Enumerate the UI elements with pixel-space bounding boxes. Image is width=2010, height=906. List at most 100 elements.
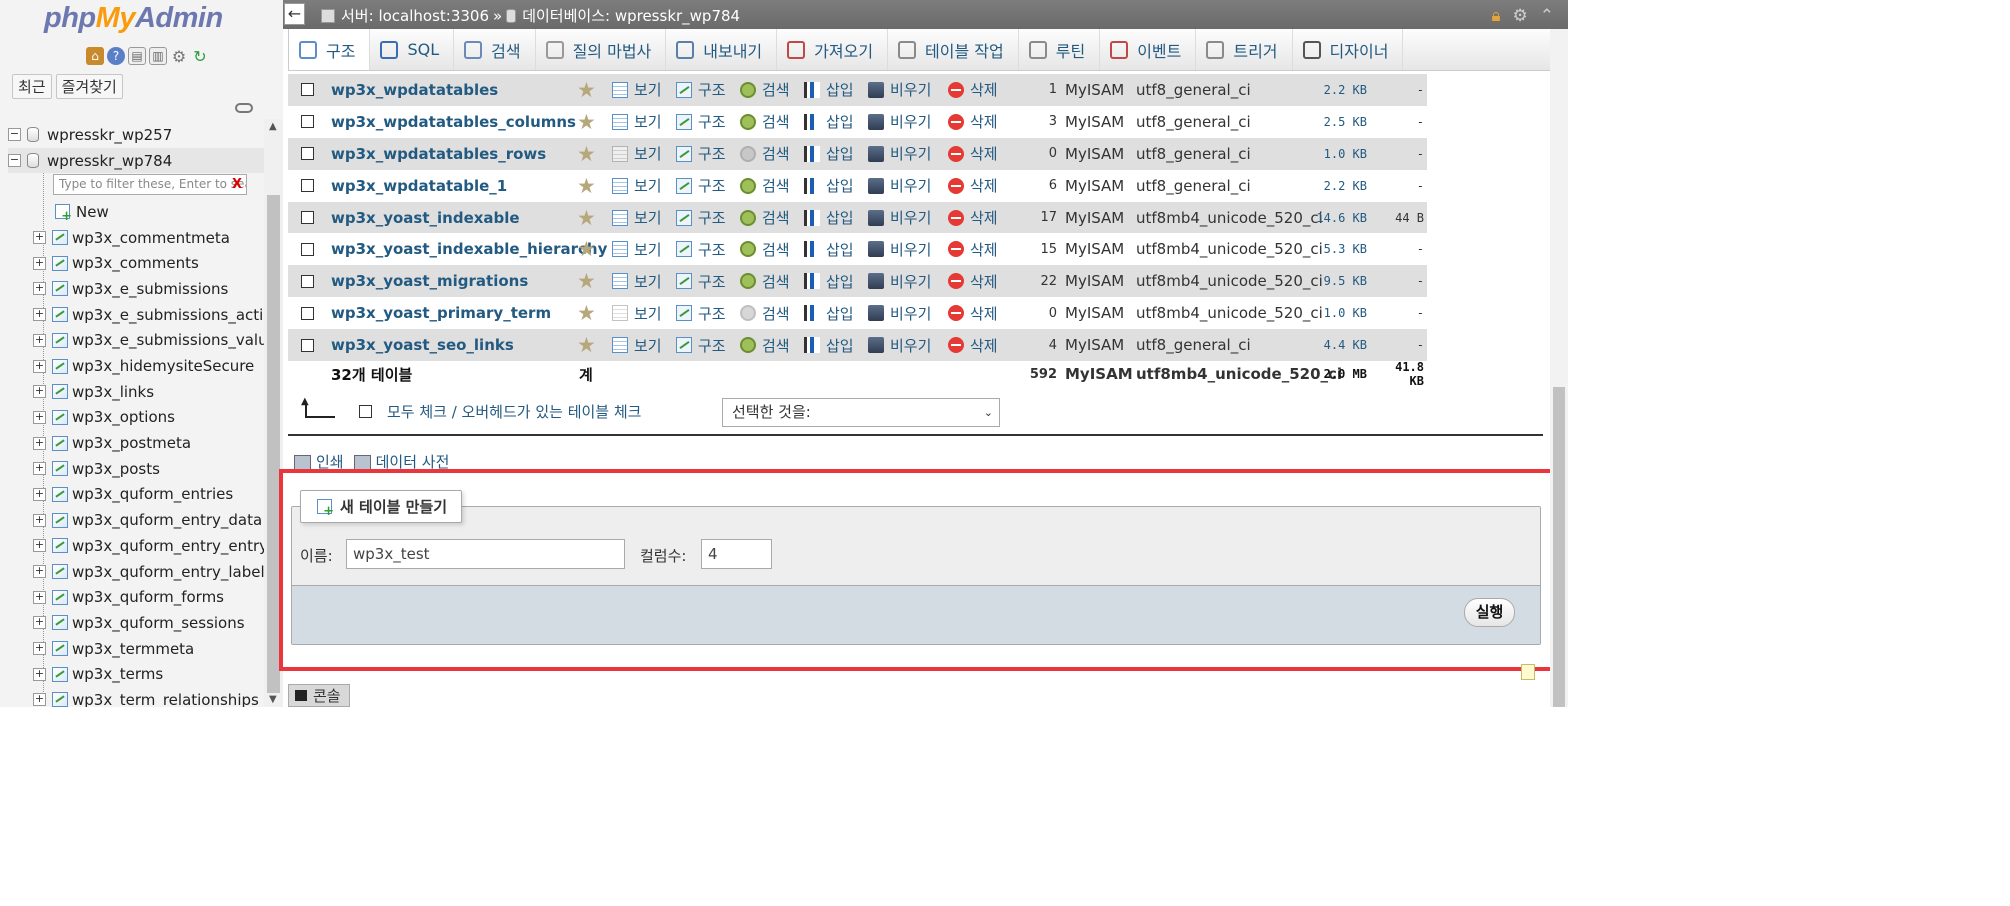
tree-new-table[interactable]: New <box>8 199 264 225</box>
docs-icon[interactable]: ▤ <box>128 47 146 65</box>
empty-action[interactable]: 비우기 <box>868 143 931 164</box>
nav-table-item[interactable]: + wp3x_postmeta <box>8 430 264 456</box>
nav-table-item[interactable]: + wp3x_links <box>8 379 264 405</box>
structure-action[interactable]: 구조 <box>676 207 726 228</box>
drop-action[interactable]: 삭제 <box>948 335 998 356</box>
expand-icon[interactable]: + <box>33 642 46 656</box>
expand-icon[interactable]: + <box>33 410 46 424</box>
expand-icon[interactable]: + <box>33 385 46 399</box>
tab-routines[interactable]: 루틴 <box>1019 29 1101 70</box>
note-icon[interactable] <box>1521 664 1535 680</box>
empty-action[interactable]: 비우기 <box>868 271 931 292</box>
expand-icon[interactable]: + <box>33 231 46 245</box>
nav-table-item[interactable]: + wp3x_hidemysiteSecure <box>8 353 264 379</box>
expand-icon[interactable]: + <box>33 333 46 347</box>
table-size[interactable]: 5.3 KB <box>1304 242 1367 256</box>
tab-query[interactable]: 질의 마법사 <box>536 29 667 70</box>
table-size[interactable]: 4.4 KB <box>1304 338 1367 352</box>
favorite-star-icon[interactable]: ★ <box>577 206 596 230</box>
row-checkbox[interactable] <box>301 83 314 97</box>
structure-action[interactable]: 구조 <box>676 175 726 196</box>
insert-action[interactable]: 삽입 <box>804 79 854 100</box>
expand-icon[interactable]: + <box>33 359 46 373</box>
table-size[interactable]: 1.0 KB <box>1304 147 1367 161</box>
phpmyadmin-logo[interactable]: phpMyAdmin <box>44 2 223 35</box>
table-name-link[interactable]: wp3x_wpdatatable_1 <box>331 177 507 195</box>
table-name-link[interactable]: wp3x_yoast_migrations <box>331 272 528 290</box>
structure-action[interactable]: 구조 <box>676 335 726 356</box>
structure-action[interactable]: 구조 <box>676 111 726 132</box>
drop-action[interactable]: 삭제 <box>948 303 998 324</box>
nav-table-item[interactable]: + wp3x_quform_entry_data <box>8 507 264 533</box>
back-icon[interactable]: ← <box>284 3 305 25</box>
expand-icon[interactable]: + <box>33 487 46 501</box>
table-size[interactable]: 2.5 KB <box>1304 115 1367 129</box>
insert-action[interactable]: 삽입 <box>804 207 854 228</box>
collapse-icon[interactable]: ⌃ <box>1540 6 1554 26</box>
expand-icon[interactable]: + <box>33 616 46 630</box>
expand-icon[interactable]: + <box>33 565 46 579</box>
table-size[interactable]: 14.6 KB <box>1304 211 1367 225</box>
check-all-label[interactable]: 모두 체크 / 오버헤드가 있는 테이블 체크 <box>387 401 641 422</box>
nav-table-item[interactable]: + wp3x_posts <box>8 456 264 482</box>
drop-action[interactable]: 삭제 <box>948 239 998 260</box>
home-icon[interactable]: ⌂ <box>86 47 104 65</box>
nav-table-item[interactable]: + wp3x_e_submissions_actions <box>8 302 283 328</box>
nav-table-item[interactable]: + wp3x_comments <box>8 250 264 276</box>
scroll-down-icon[interactable]: ▼ <box>269 694 277 705</box>
table-size[interactable]: 9.5 KB <box>1304 274 1367 288</box>
drop-action[interactable]: 삭제 <box>948 111 998 132</box>
nav-table-item[interactable]: + wp3x_term_relationships <box>8 687 264 707</box>
drop-action[interactable]: 삭제 <box>948 175 998 196</box>
tab-events[interactable]: 이벤트 <box>1100 29 1197 70</box>
browse-action[interactable]: 보기 <box>612 143 662 164</box>
gear-icon[interactable]: ⚙ <box>170 47 188 66</box>
table-name-link[interactable]: wp3x_wpdatatables_columns <box>331 113 576 131</box>
recent-tab[interactable]: 최근 <box>12 74 52 99</box>
check-all-checkbox[interactable] <box>359 405 372 418</box>
empty-action[interactable]: 비우기 <box>868 303 931 324</box>
browse-action[interactable]: 보기 <box>612 111 662 132</box>
nav-table-item[interactable]: + wp3x_options <box>8 405 264 431</box>
tab-sql[interactable]: SQL <box>370 29 455 70</box>
breadcrumb-database[interactable]: 데이터베이스: wpresskr_wp784 <box>522 5 740 26</box>
search-action[interactable]: 검색 <box>740 271 790 292</box>
browse-action[interactable]: 보기 <box>612 303 662 324</box>
scroll-up-icon[interactable]: ▲ <box>269 121 277 132</box>
row-checkbox[interactable] <box>301 147 314 161</box>
structure-action[interactable]: 구조 <box>676 143 726 164</box>
row-checkbox[interactable] <box>301 179 314 193</box>
tab-export[interactable]: 내보내기 <box>666 29 778 70</box>
row-checkbox[interactable] <box>301 306 314 320</box>
tab-structure[interactable]: 구조 <box>288 29 371 70</box>
drop-action[interactable]: 삭제 <box>948 207 998 228</box>
collapse-icon[interactable]: − <box>8 128 21 142</box>
tree-db-item[interactable]: − wpresskr_wp257 <box>8 122 264 148</box>
expand-icon[interactable]: + <box>33 539 46 553</box>
with-selected-dropdown[interactable]: 선택한 것을: ⌄ <box>722 398 1000 427</box>
insert-action[interactable]: 삽입 <box>804 111 854 132</box>
lock-icon[interactable]: 🔒︎ <box>1491 6 1500 26</box>
settings-icon[interactable]: ⚙ <box>1513 6 1528 26</box>
drop-action[interactable]: 삭제 <box>948 271 998 292</box>
insert-action[interactable]: 삽입 <box>804 143 854 164</box>
insert-action[interactable]: 삽입 <box>804 175 854 196</box>
tab-designer[interactable]: 디자이너 <box>1293 29 1404 70</box>
search-action[interactable]: 검색 <box>740 79 790 100</box>
expand-icon[interactable]: + <box>33 590 46 604</box>
row-checkbox[interactable] <box>301 274 314 288</box>
favorite-star-icon[interactable]: ★ <box>577 237 596 261</box>
table-filter-input[interactable]: Type to filter these, Enter to search X <box>53 174 247 195</box>
empty-action[interactable]: 비우기 <box>868 207 931 228</box>
nav-table-item[interactable]: + wp3x_terms <box>8 661 264 687</box>
table-size[interactable]: 2.2 KB <box>1304 179 1367 193</box>
browse-action[interactable]: 보기 <box>612 239 662 260</box>
table-name-link[interactable]: wp3x_yoast_primary_term <box>331 304 551 322</box>
table-name-link[interactable]: wp3x_wpdatatables_rows <box>331 145 546 163</box>
insert-action[interactable]: 삽입 <box>804 303 854 324</box>
nav-table-item[interactable]: + wp3x_e_submissions_values <box>8 328 283 354</box>
insert-action[interactable]: 삽입 <box>804 335 854 356</box>
browse-action[interactable]: 보기 <box>612 207 662 228</box>
browse-action[interactable]: 보기 <box>612 271 662 292</box>
tab-import[interactable]: 가져오기 <box>777 29 889 70</box>
